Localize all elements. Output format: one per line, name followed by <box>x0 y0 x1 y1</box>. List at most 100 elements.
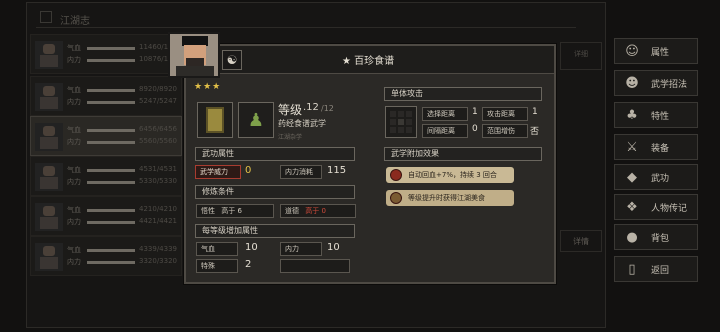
power-value: 0 <box>245 165 252 176</box>
hp-bar <box>87 129 135 132</box>
hp-bar <box>87 89 135 92</box>
effect-icon <box>390 169 402 181</box>
menu-traits-button[interactable]: ♣ 特性 <box>614 102 698 128</box>
effect-item: 等级提升时获得江湖美食 <box>386 190 514 206</box>
hp-label: 气血 <box>67 246 81 254</box>
mp-value: 5247/5247 <box>139 97 177 105</box>
mp-bar <box>87 101 135 104</box>
skill-stars: ★★★ <box>194 82 222 92</box>
select-range-label: 选择距离 <box>422 107 468 121</box>
insight-requirement: 悟性 高于 6 <box>196 204 274 218</box>
martial-icon: ☻ <box>625 75 639 91</box>
menu-label: 装备 <box>651 143 670 154</box>
mp-bar <box>87 221 135 224</box>
level-value: .12 <box>303 102 319 113</box>
interval-label: 间隔距离 <box>422 124 468 138</box>
character-row[interactable]: 气血 内力 4210/4210 4421/4421 <box>30 196 182 236</box>
avatar <box>35 123 63 151</box>
hp-value: 4531/4531 <box>139 165 177 173</box>
skill-type: 药经食谱武学 <box>278 119 326 128</box>
skill-title: ★ 百珍食谱 <box>342 56 395 67</box>
scope-value: 否 <box>530 127 540 137</box>
avatar <box>35 163 63 191</box>
detail-button[interactable]: 详情 <box>560 230 602 252</box>
menu-equipment-button[interactable]: ⚔ 装备 <box>614 134 698 160</box>
character-row[interactable]: 气血 内力 6456/6456 5560/5560 <box>30 116 182 156</box>
skill-book-icon <box>197 102 233 138</box>
mp-value: 4421/4421 <box>139 217 177 225</box>
person-icon: ☺ <box>625 43 639 59</box>
insight-req: 高于 6 <box>221 207 242 215</box>
section-martial-attr: 武功属性 <box>195 147 355 161</box>
character-row[interactable]: 气血 内力 4339/4339 3320/3320 <box>30 236 182 276</box>
character-row[interactable]: 气血 内力 8920/8920 5247/5247 <box>30 76 182 116</box>
mp-label: 内力 <box>67 98 81 106</box>
section-per-level: 每等级增加属性 <box>195 224 355 238</box>
mp-gain-label: 内力 <box>280 242 322 256</box>
mp-value: 3320/3320 <box>139 257 177 265</box>
menu-biography-button[interactable]: ❖ 人物传记 <box>614 194 698 220</box>
morality-requirement: 道德 高于 0 <box>280 204 356 218</box>
hp-bar <box>87 249 135 252</box>
menu-label: 属性 <box>651 47 670 58</box>
effect-text: 等级提升时获得江湖美食 <box>408 194 485 202</box>
hp-value: 6456/6456 <box>139 125 177 133</box>
menu-label: 返回 <box>651 265 670 276</box>
menu-attributes-button[interactable]: ☺ 属性 <box>614 38 698 64</box>
morality-req: 高于 0 <box>305 207 326 215</box>
mp-bar <box>87 141 135 144</box>
portrait-robe <box>176 66 214 76</box>
morality-label: 道德 <box>285 207 299 215</box>
select-range-value: 1 <box>472 107 478 117</box>
section-single-attack: 单体攻击 <box>384 87 542 101</box>
sword-icon: ⚔ <box>626 139 638 155</box>
menu-label: 背包 <box>651 233 670 244</box>
bag-icon: ● <box>626 229 638 245</box>
yin-yang-icon: ☯ <box>222 50 242 70</box>
character-row[interactable]: 气血 内力 11460/11460 10876/10876 <box>30 34 186 74</box>
hp-label: 气血 <box>67 166 81 174</box>
character-row[interactable]: 气血 内力 4531/4531 5330/5330 <box>30 156 182 196</box>
mp-value: 5560/5560 <box>139 137 177 145</box>
skill-detail-modal <box>184 44 556 284</box>
skill-subtype: 江湖杂学 <box>278 134 303 141</box>
level-label: 等级 <box>278 103 303 117</box>
level-max: /12 <box>321 104 334 113</box>
special-gain-label: 特殊 <box>196 259 238 273</box>
mp-gain-value: 10 <box>327 242 340 253</box>
return-icon: ▯ <box>628 261 636 277</box>
hp-label: 气血 <box>67 206 81 214</box>
skill-figure-icon: ♟ <box>238 102 274 138</box>
trait-icon: ♣ <box>626 107 638 123</box>
interval-value: 0 <box>472 124 478 134</box>
avatar <box>35 83 63 111</box>
range-grid-icon <box>385 106 417 138</box>
menu-return-button[interactable]: ▯ 返回 <box>614 256 698 282</box>
hp-bar <box>87 47 135 50</box>
avatar <box>35 203 63 231</box>
scroll-icon: ◆ <box>627 169 637 185</box>
insight-label: 悟性 <box>201 207 215 215</box>
hp-label: 气血 <box>67 86 81 94</box>
mp-label: 内力 <box>67 138 81 146</box>
mp-bar <box>87 261 135 264</box>
hp-gain-label: 气血 <box>196 242 238 256</box>
mp-bar <box>87 181 135 184</box>
hp-label: 气血 <box>67 126 81 134</box>
special-gain-value: 2 <box>245 259 252 270</box>
mp-label: 内力 <box>67 56 81 64</box>
effect-text: 自动回血+7%，持续 3 回合 <box>408 171 497 179</box>
background-title: 江湖志 <box>60 16 90 27</box>
mp-label: 内力 <box>67 218 81 226</box>
hp-value: 4210/4210 <box>139 205 177 213</box>
hp-bar <box>87 169 135 172</box>
attack-range-value: 1 <box>532 107 538 117</box>
detail-panel: 详细 <box>560 42 602 70</box>
avatar <box>35 41 63 69</box>
section-requirements: 修炼条件 <box>195 185 355 199</box>
menu-martial-moves-button[interactable]: ☻ 武学招法 <box>614 70 698 96</box>
menu-bag-button[interactable]: ● 背包 <box>614 224 698 250</box>
menu-skills-button[interactable]: ◆ 武功 <box>614 164 698 190</box>
hp-value: 4339/4339 <box>139 245 177 253</box>
book-icon: ❖ <box>626 199 638 215</box>
